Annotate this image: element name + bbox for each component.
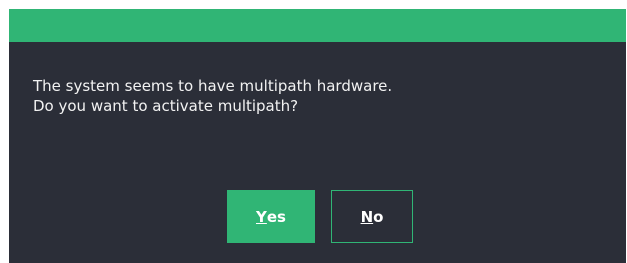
message-line-2: Do you want to activate multipath? bbox=[33, 97, 299, 115]
yes-button-label-rest: es bbox=[266, 207, 286, 226]
message-line-1: The system seems to have multipath hardw… bbox=[33, 77, 393, 95]
multipath-dialog: The system seems to have multipath hardw… bbox=[9, 9, 626, 263]
yes-button[interactable]: Yes bbox=[227, 190, 315, 243]
dialog-titlebar bbox=[9, 9, 626, 42]
no-button[interactable]: No bbox=[331, 190, 413, 243]
dialog-message: The system seems to have multipath hardw… bbox=[33, 76, 392, 116]
no-button-accelerator: N bbox=[360, 207, 374, 226]
yes-button-accelerator: Y bbox=[256, 207, 267, 226]
no-button-label-rest: o bbox=[373, 207, 384, 226]
